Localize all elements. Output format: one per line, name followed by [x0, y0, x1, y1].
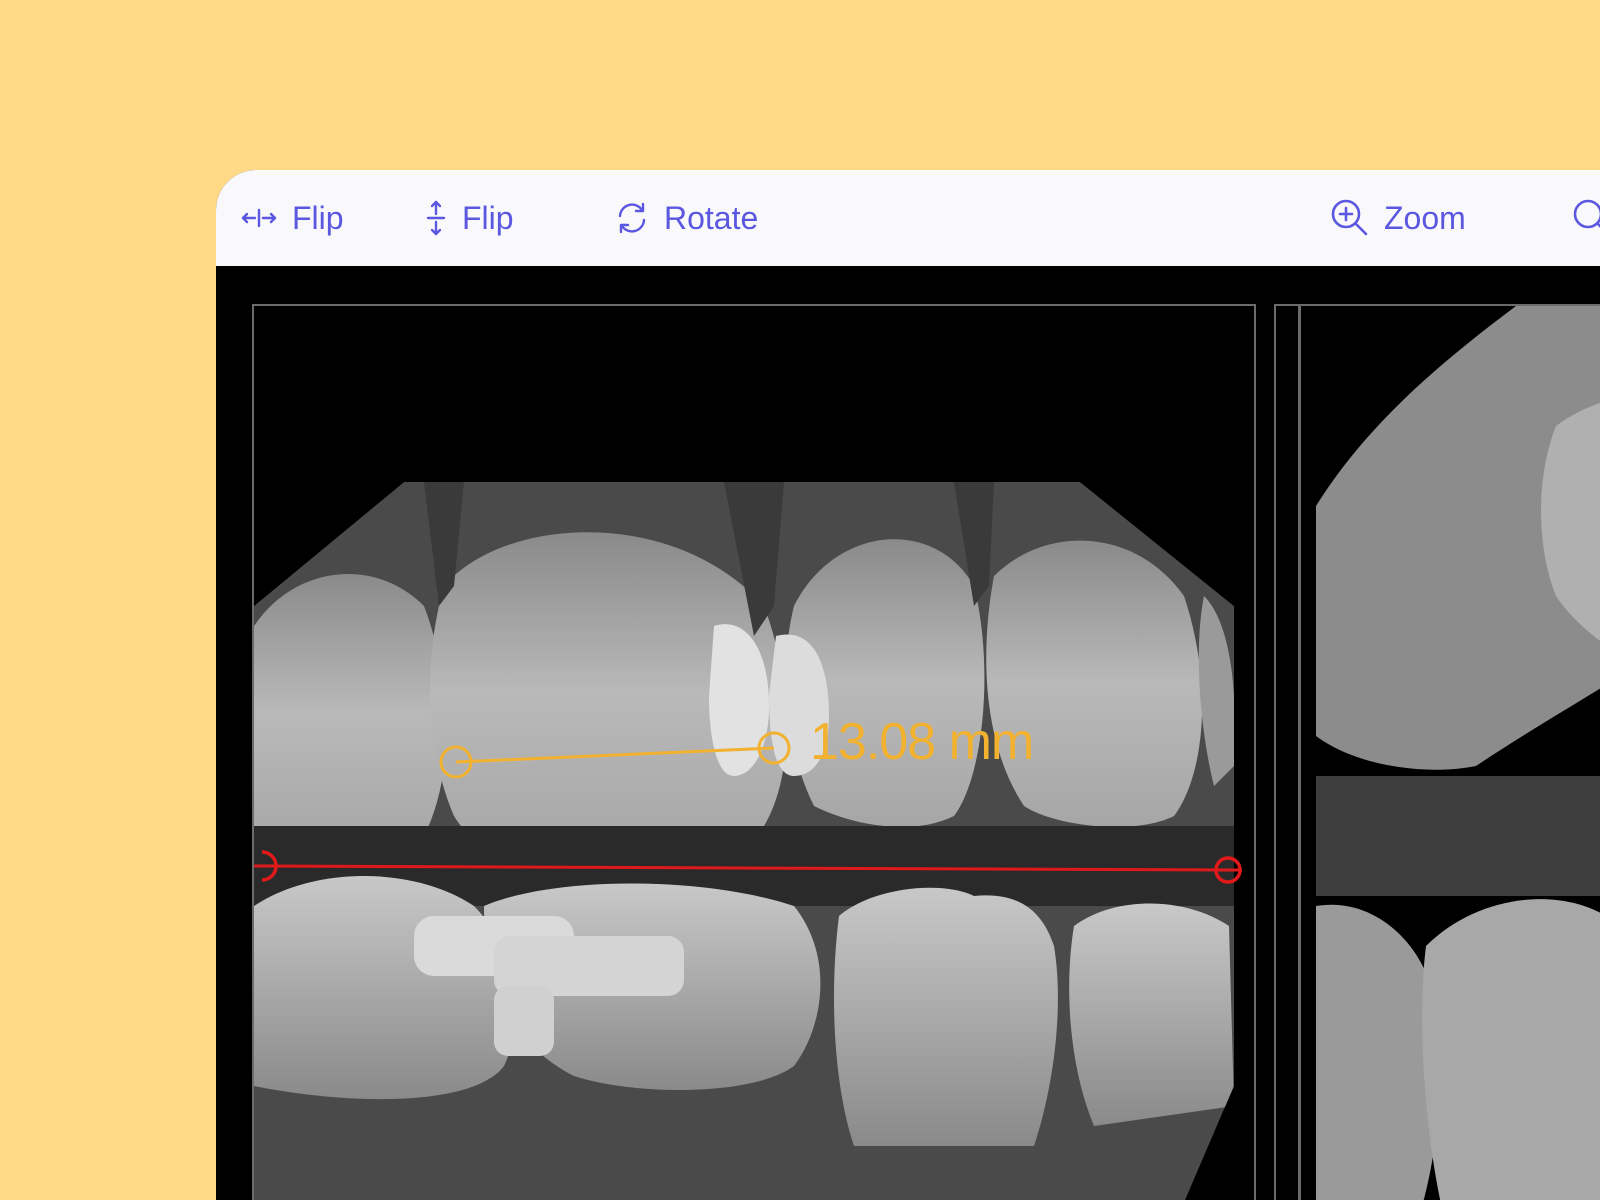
zoom-in-icon: [1330, 198, 1370, 238]
rotate-label: Rotate: [664, 199, 759, 236]
app-window: Flip Flip Rotate Zoom 13.08 mm: [216, 170, 1600, 1200]
search-icon: [1572, 198, 1600, 238]
xray-image-left[interactable]: 13.08 mm: [252, 304, 1256, 1200]
toolbar: Flip Flip Rotate Zoom: [216, 170, 1600, 266]
dental-radiograph: [254, 306, 1254, 1200]
flip-vertical-icon: [424, 199, 448, 237]
flip-vertical-label: Flip: [462, 199, 514, 236]
flip-vertical-button[interactable]: Flip: [424, 170, 514, 266]
measurement-label: 13.08 mm: [810, 713, 1034, 771]
rotate-button[interactable]: Rotate: [614, 170, 758, 266]
zoom-button[interactable]: Zoom: [1330, 170, 1466, 266]
zoom-label: Zoom: [1384, 199, 1466, 236]
flip-horizontal-icon: [240, 206, 278, 230]
flip-horizontal-label: Flip: [292, 199, 344, 236]
xray-image-right[interactable]: [1274, 304, 1600, 1200]
flip-horizontal-button[interactable]: Flip: [240, 170, 344, 266]
rotate-icon: [614, 200, 650, 236]
image-viewport[interactable]: 13.08 mm: [216, 266, 1600, 1200]
dental-radiograph-right: [1276, 306, 1600, 1200]
search-button[interactable]: [1572, 170, 1600, 266]
